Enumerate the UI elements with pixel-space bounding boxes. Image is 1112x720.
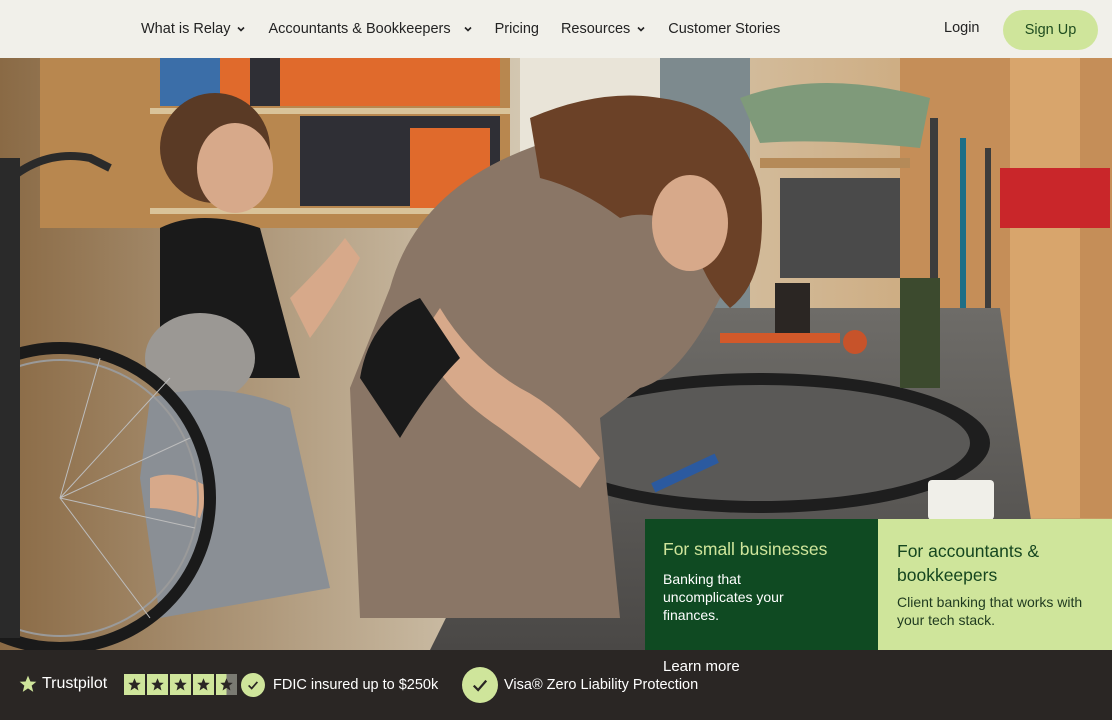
nav-item-accountants[interactable]: Accountants & Bookkeepers [268,21,472,37]
learn-more-link[interactable]: Learn more [663,658,740,675]
rating-star-half [216,674,237,695]
rating-star [193,674,214,695]
nav-item-resources[interactable]: Resources [561,21,646,37]
trustpilot-logo: Trustpilot [18,674,107,694]
nav-item-customer-stories[interactable]: Customer Stories [668,21,780,37]
chevron-down-icon [637,26,645,32]
star-icon [19,675,37,692]
chevron-down-icon [237,26,246,32]
nav-item-pricing[interactable]: Pricing [495,21,539,37]
card-title: For accountants & bookkeepers [897,541,1040,585]
signup-button[interactable]: Sign Up [1003,10,1098,50]
hero-image: For small businesses Banking that uncomp… [0,58,1112,650]
nav-item-what-is-relay[interactable]: What is Relay [141,21,246,37]
chevron-down-icon [464,26,472,32]
card-description: Banking that uncomplicates your finances… [663,571,784,623]
nav-item-label: Accountants & Bookkeepers [268,21,451,37]
visa-label: Visa® Zero Liability Protection [504,677,699,693]
card-accountants[interactable]: For accountants & bookkeepers Client ban… [878,519,1112,650]
nav-item-label: Customer Stories [668,21,781,37]
nav-links: What is Relay Accountants & Bookkeepers … [141,0,780,58]
card-description: Client banking that works with your tech… [897,594,1083,628]
nav-item-label: What is Relay [141,21,231,37]
trustpilot-rating [124,674,237,695]
fdic-label: FDIC insured up to $250k [273,677,439,693]
nav-item-label: Resources [560,21,631,37]
check-icon [241,673,265,697]
rating-star [170,674,191,695]
nav-item-label: Pricing [494,21,539,37]
check-icon [462,667,498,703]
trust-bar: Learn more Trustpilot FDIC insured up to… [0,650,1112,720]
card-title: For small businesses [663,539,828,559]
login-link[interactable]: Login [944,20,979,36]
rating-star [124,674,145,695]
card-small-businesses[interactable]: For small businesses Banking that uncomp… [645,519,878,650]
trustpilot-label: Trustpilot [42,675,108,692]
rating-star [147,674,168,695]
top-nav: What is Relay Accountants & Bookkeepers … [0,0,1112,58]
